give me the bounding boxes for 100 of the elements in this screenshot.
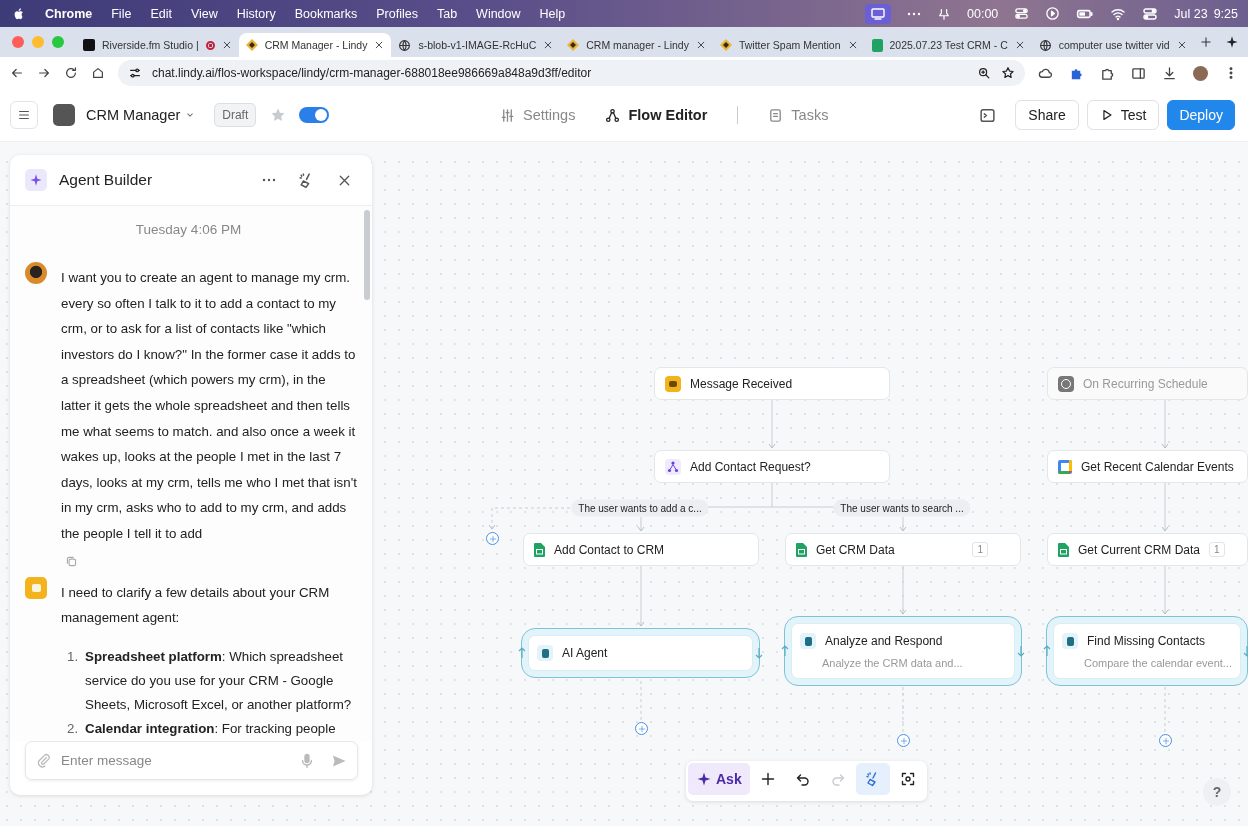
node-description: Analyze the CRM data and... <box>821 657 963 669</box>
menu-item[interactable]: Bookmarks <box>294 6 358 21</box>
menu-button[interactable] <box>10 101 38 129</box>
more-icon <box>262 178 276 182</box>
branch-label[interactable]: The user wants to add a c... <box>571 499 709 517</box>
more-icon <box>907 11 921 16</box>
browser-tab[interactable]: s-blob-v1-IMAGE-RcHuC <box>391 33 561 57</box>
back-icon <box>10 66 24 80</box>
add-step-button[interactable] <box>635 722 648 735</box>
loop-arrow-icon <box>781 645 789 657</box>
agent-icon <box>800 633 816 649</box>
menu-item[interactable]: Profiles <box>376 6 418 21</box>
node-label: Get CRM Data <box>816 542 896 557</box>
menu-item[interactable]: Help <box>539 6 566 21</box>
forward-icon <box>37 66 51 80</box>
node-label: On Recurring Schedule <box>1083 376 1209 391</box>
close-tab-icon <box>1014 40 1025 50</box>
menu-item[interactable]: History <box>236 6 276 21</box>
browser-tab[interactable]: CRM manager - Lindy <box>560 33 713 57</box>
nav-tab[interactable]: Settings <box>500 107 576 123</box>
url-text: chat.lindy.ai/flos-workspace/lindy/crm-manager-688018ee986669a848a9d3ff/editor <box>152 66 593 80</box>
tab-favicon <box>245 39 258 51</box>
browser-tab[interactable]: CRM Manager - Lindy <box>238 33 392 57</box>
flow-node[interactable]: Get CRM Data 1 <box>785 533 1021 566</box>
add-step-button[interactable] <box>486 532 499 545</box>
sparkle-icon <box>1225 35 1239 49</box>
node-label: Get Recent Calendar Events <box>1081 459 1235 474</box>
agent-name[interactable]: CRM Manager <box>86 107 181 123</box>
message-input[interactable]: Enter message <box>59 752 291 769</box>
tidy-button[interactable] <box>855 763 890 795</box>
node-label: Add Contact Request? <box>690 459 812 474</box>
microphone-icon <box>299 752 315 769</box>
profile-avatar[interactable] <box>1193 65 1208 81</box>
add-step-button[interactable] <box>897 734 910 747</box>
screen-mirroring-button[interactable] <box>865 3 891 24</box>
paperclip-icon <box>36 753 51 768</box>
browser-tab[interactable]: 2025.07.23 Test CRM - C <box>864 33 1032 57</box>
loop-arrow-icon <box>518 647 526 659</box>
menubar-date: Jul 23 <box>1174 6 1208 21</box>
user-message: I want you to create an agent to manage my crm. every so often I talk to it to add a contact to my crm, or to ask for a list of contacts like "which investors do I know?" In the former case it adds to a spreadsheet (which powers my crm), in the latter it gets the whole spreadsheet and then tells me what seems to match. and also once a week it wakes up, looks at the people I met in the last 7 days, looks at my crm, tells me who I met that isn't in my crm, asks who to add to my crm, and adds the people I tell it to add <box>61 269 357 543</box>
node-label: Find Missing Contacts <box>1087 634 1207 648</box>
more-button[interactable] <box>262 178 276 182</box>
pin-icon <box>937 6 951 21</box>
terminal-icon <box>978 106 996 124</box>
menu-item[interactable]: View <box>190 6 218 21</box>
ask-button[interactable]: Ask <box>688 763 750 795</box>
enable-toggle[interactable] <box>299 107 330 123</box>
play-icon <box>1045 6 1061 21</box>
branch-label[interactable]: The user wants to search ... <box>833 499 971 517</box>
home-icon <box>91 66 105 80</box>
flow-node[interactable]: Add Contact to CRM <box>523 533 759 566</box>
browser-tab[interactable]: Riverside.fm Studio | <box>76 33 239 57</box>
list-item-text: Calendar integration: For tracking people <box>85 719 336 738</box>
plus-icon <box>1161 736 1170 745</box>
count-badge: 1 <box>1209 542 1225 557</box>
menu-item[interactable]: Edit <box>150 6 172 21</box>
plus-icon <box>637 724 646 733</box>
app-menu[interactable]: Chrome <box>45 6 93 21</box>
menu-icon <box>17 108 31 122</box>
browser-tab[interactable]: Twitter Spam Mention <box>712 33 865 57</box>
close-tab-icon <box>543 40 554 50</box>
help-button[interactable]: ? <box>1203 778 1231 806</box>
globe-icon <box>398 38 412 52</box>
flow-node[interactable]: Get Recent Calendar Events <box>1047 450 1248 483</box>
address-bar[interactable]: chat.lindy.ai/flos-workspace/lindy/crm-manager-688018ee986669a848a9d3ff/editor <box>118 60 1025 86</box>
flow-node[interactable]: AI Agent <box>528 635 753 671</box>
calendar-icon <box>1058 459 1072 474</box>
nav-tab[interactable]: Flow Editor <box>605 107 708 123</box>
panel-title: Agent Builder <box>59 171 154 189</box>
sidebar-icon <box>1131 65 1146 81</box>
flow-node[interactable]: Message Received <box>654 367 890 400</box>
add-step-button[interactable] <box>1159 734 1172 747</box>
browser-tab[interactable]: computer use twitter vid <box>1031 33 1194 57</box>
menu-item[interactable]: File <box>111 6 132 21</box>
apple-logo <box>12 6 26 21</box>
menubar-time: 9:25 <box>1213 6 1238 21</box>
flow-node[interactable]: Analyze and Respond Analyze the CRM data and... <box>791 623 1015 679</box>
node-label: Add Contact to CRM <box>554 542 666 557</box>
sparkle-icon <box>29 173 43 187</box>
scrollbar-thumb[interactable] <box>364 210 370 300</box>
flow-node[interactable]: Add Contact Request? <box>654 450 890 483</box>
branch-icon <box>665 458 681 475</box>
sliders-icon <box>500 107 515 123</box>
menu-item[interactable]: Tab <box>436 6 458 21</box>
close-tab-icon <box>847 40 858 50</box>
bookmark-star-icon <box>1001 66 1015 80</box>
close-window-button[interactable] <box>12 36 24 48</box>
flow-node[interactable]: Get Current CRM Data 1 <box>1047 533 1248 566</box>
test-button[interactable]: Test <box>1086 100 1160 130</box>
deploy-button[interactable]: Deploy <box>1167 100 1235 130</box>
schedule-icon <box>1058 375 1074 392</box>
flow-node[interactable]: Find Missing Contacts Compare the calendar event... <box>1053 623 1241 679</box>
menu-item[interactable]: Window <box>476 6 521 21</box>
star-icon[interactable] <box>270 107 287 123</box>
agent-icon <box>537 645 553 661</box>
message-timestamp: Tuesday 4:06 PM <box>135 222 242 237</box>
message-icon <box>665 375 681 392</box>
share-button[interactable]: Share <box>1015 100 1079 130</box>
nav-tab[interactable]: Tasks <box>768 107 829 123</box>
message-field[interactable]: Enter message <box>25 741 358 780</box>
